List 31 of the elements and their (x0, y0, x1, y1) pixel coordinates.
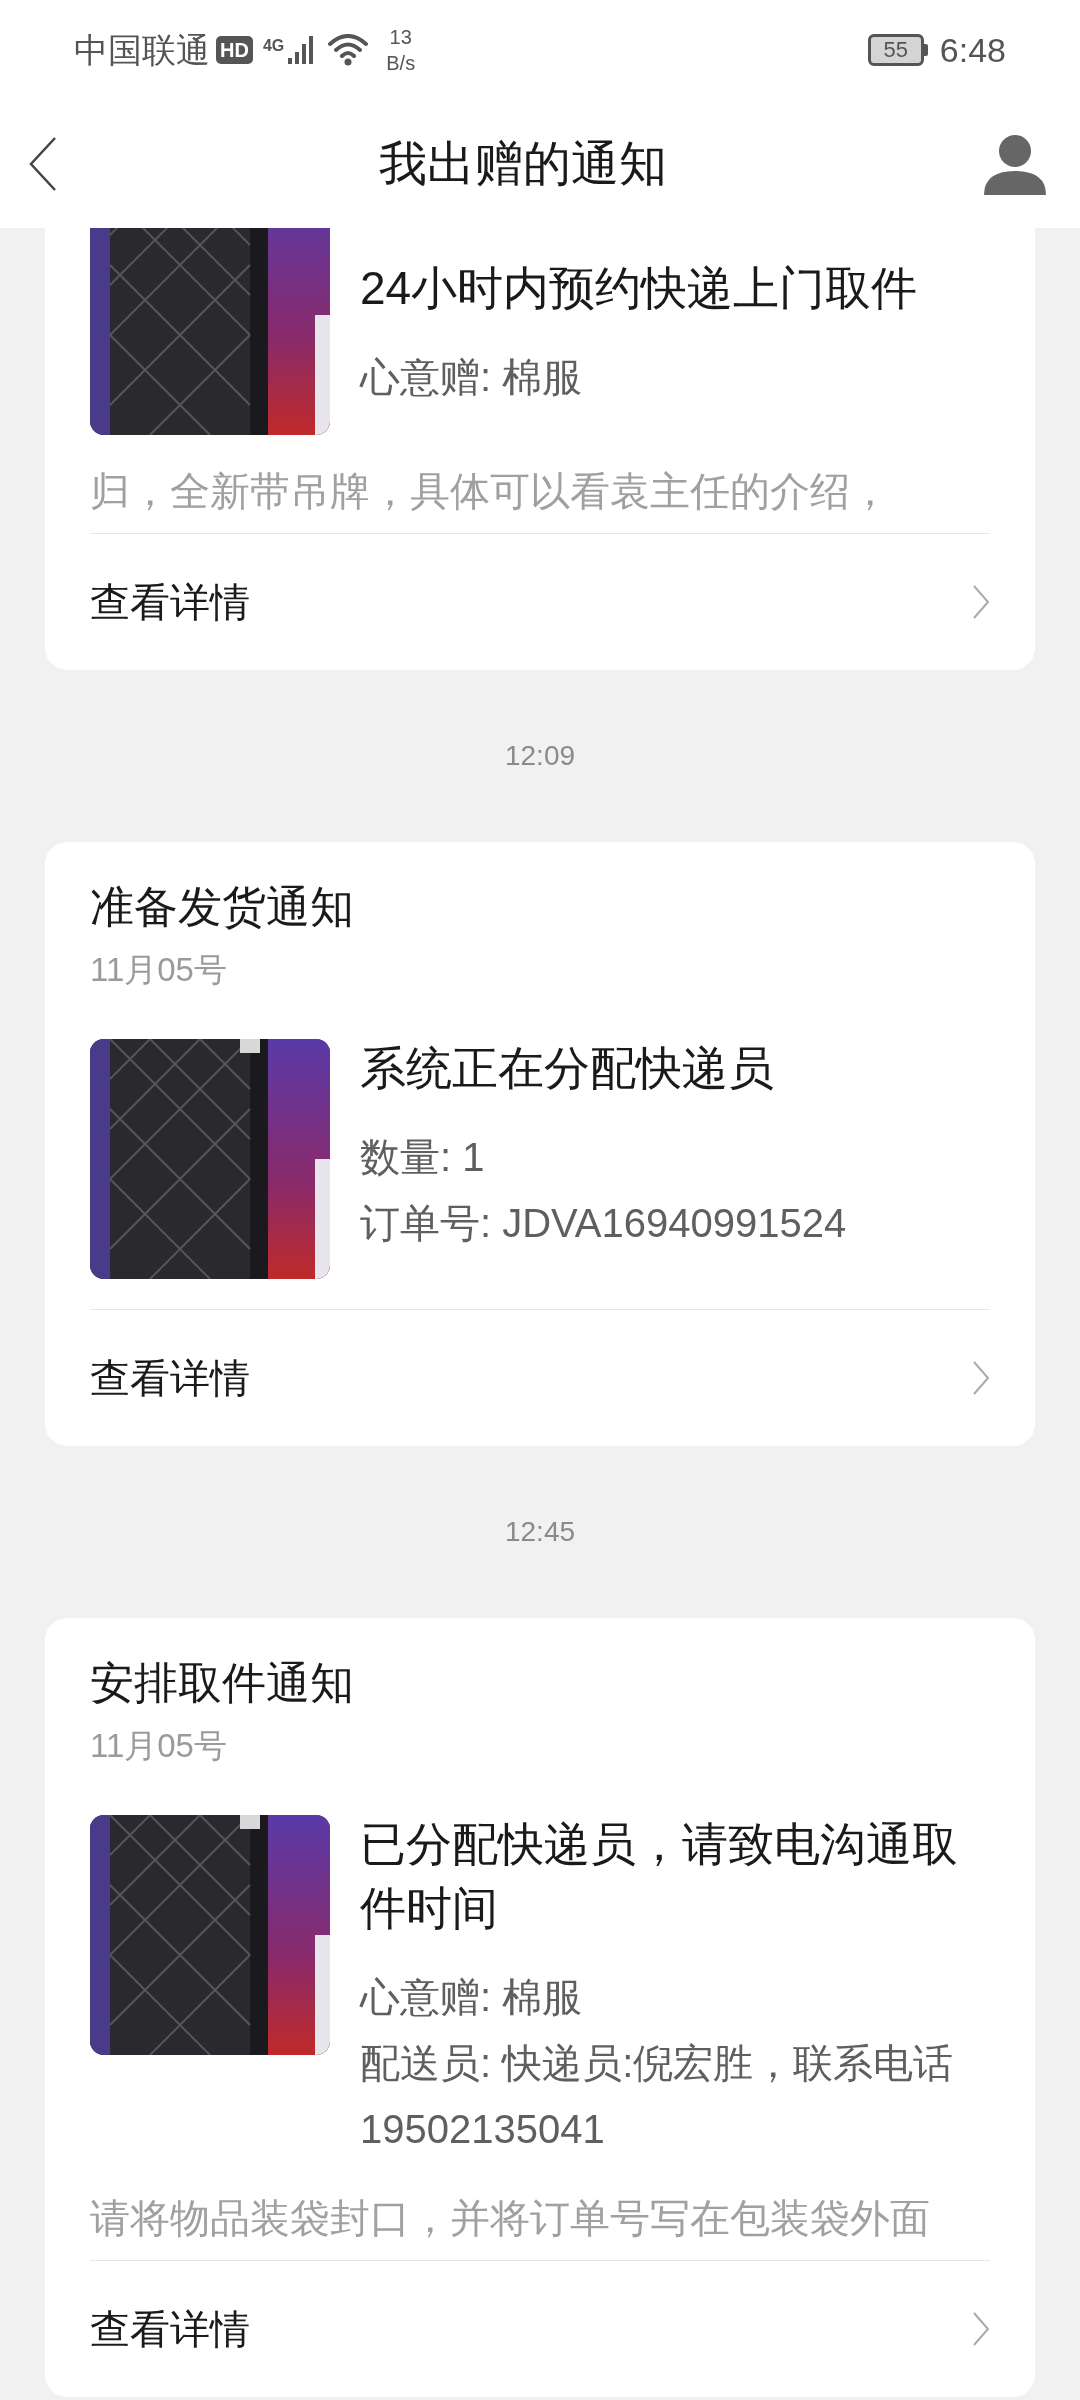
detail-line: 心意赠: 棉服 (360, 1974, 584, 2021)
clock-time: 6:48 (939, 29, 1006, 71)
back-icon (28, 136, 58, 192)
timestamp: 12:09 (504, 739, 576, 773)
carrier-name: 中国联通 (74, 29, 210, 71)
chevron-right-icon (972, 584, 990, 620)
speed-unit: B/s (386, 51, 416, 76)
notification-title: 安排取件通知 (90, 1657, 355, 1709)
wifi-icon (328, 34, 369, 66)
hd-badge: HD (216, 36, 253, 64)
detail-line: 心意赠: 棉服 (360, 354, 584, 401)
view-details-link[interactable]: 查看详情 (90, 2261, 990, 2397)
notification-date: 11月05号 (90, 1726, 228, 1766)
notification-headline: 系统正在分配快递员 (360, 1041, 775, 1096)
notification-note: 请将物品装袋封口，并将订单号写在包装袋外面 (90, 2195, 931, 2242)
chevron-right-icon (972, 1360, 990, 1396)
view-details-link[interactable]: 查看详情 (90, 1310, 990, 1446)
chevron-right-icon (972, 2311, 990, 2347)
notification-date: 11月05号 (90, 950, 228, 990)
view-details-link[interactable]: 查看详情 (90, 534, 990, 670)
speed-value: 13 (389, 25, 412, 50)
page-title: 我出赠的通知 (379, 136, 667, 192)
network-type: 4G (262, 36, 285, 56)
notification-note: 归，全新带吊牌，具体可以看袁主任的介绍， (90, 468, 891, 515)
detail-line: 数量: 1 (360, 1134, 486, 1181)
notification-title: 准备发货通知 (90, 881, 355, 933)
detail-line: 订单号: JDVA16940991524 (360, 1200, 848, 1247)
notification-headline: 24小时内预约快递上门取件 (360, 261, 919, 316)
detail-line: 配送员: 快递员:倪宏胜，联系电话19502135041 (360, 2040, 955, 2153)
notification-headline: 已分配快递员，请致电沟通取件时间 (360, 1817, 959, 1936)
timestamp: 12:45 (504, 1515, 576, 1549)
